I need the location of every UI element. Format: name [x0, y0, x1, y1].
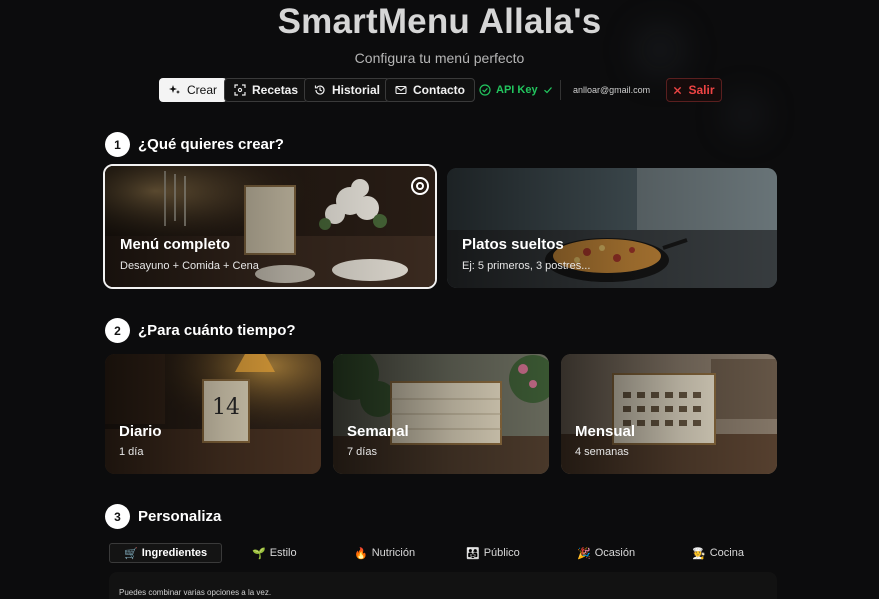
seedling-icon: 🌱 — [252, 547, 266, 560]
panel-hint: Puedes combinar varias opciones a la vez… — [119, 588, 272, 597]
tab-estilo[interactable]: 🌱 Estilo — [252, 543, 297, 563]
card-subtitle: 4 semanas — [575, 446, 629, 458]
section-3-header: 3 Personaliza — [105, 504, 221, 529]
nav-recetas-label: Recetas — [252, 83, 299, 97]
card-subtitle: Desayuno + Comida + Cena — [120, 260, 259, 272]
nav-divider — [560, 80, 561, 100]
close-icon — [674, 86, 682, 94]
customize-tabs: 🛒 Ingredientes 🌱 Estilo 🔥 Nutrición 👨‍👩‍… — [109, 543, 777, 563]
section-2-header: 2 ¿Para cuánto tiempo? — [105, 318, 296, 343]
ingredients-panel: Puedes combinar varias opciones a la vez… — [109, 572, 777, 599]
section-title: ¿Para cuánto tiempo? — [138, 322, 296, 339]
scan-icon — [234, 84, 246, 96]
nav-recetas-button[interactable]: Recetas — [224, 78, 309, 102]
card-subtitle: 1 día — [119, 446, 144, 458]
check-circle-icon — [479, 84, 491, 96]
section-title: Personaliza — [138, 508, 222, 525]
card-diario[interactable]: 14 Diario 1 día — [105, 354, 321, 474]
cart-icon: 🛒 — [124, 547, 138, 560]
nav-contacto-button[interactable]: Contacto — [385, 78, 475, 102]
nav-crear-button[interactable]: Crear — [159, 78, 228, 102]
tab-nutricion[interactable]: 🔥 Nutrición — [354, 543, 415, 563]
section-title: ¿Qué quieres crear? — [138, 136, 284, 153]
sparkles-icon — [169, 85, 180, 94]
section-1-header: 1 ¿Qué quieres crear? — [105, 132, 284, 157]
logout-label: Salir — [688, 83, 715, 97]
card-subtitle: 7 días — [347, 446, 377, 458]
tab-label: Cocina — [709, 547, 744, 559]
chef-icon: 🧑‍🍳 — [692, 547, 706, 560]
logout-button[interactable]: Salir — [666, 78, 722, 102]
card-subtitle: Ej: 5 primeros, 3 postres... — [462, 260, 591, 272]
page-subtitle: Configura tu menú perfecto — [354, 50, 525, 66]
user-email: anlloar@gmail.com — [573, 85, 651, 95]
step-number: 1 — [105, 132, 130, 157]
api-key-status[interactable]: API Key — [479, 78, 553, 102]
card-title: Diario — [119, 423, 162, 440]
tab-publico[interactable]: 👨‍👩‍👧 Público — [466, 543, 520, 563]
card-title: Menú completo — [120, 236, 231, 253]
tab-cocina[interactable]: 🧑‍🍳 Cocina — [692, 543, 744, 563]
card-title: Platos sueltos — [462, 236, 564, 253]
nav-contacto-label: Contacto — [413, 83, 465, 97]
check-icon — [543, 87, 552, 94]
tab-label: Nutrición — [371, 547, 416, 559]
nav-historial-label: Historial — [332, 83, 381, 97]
mail-icon — [395, 85, 407, 95]
selected-indicator-icon — [411, 177, 429, 195]
tab-ingredientes[interactable]: 🛒 Ingredientes — [109, 543, 223, 563]
history-icon — [314, 85, 325, 95]
step-number: 2 — [105, 318, 130, 343]
card-semanal[interactable]: Semanal 7 días — [333, 354, 549, 474]
fire-icon: 🔥 — [354, 547, 368, 560]
tab-label: Ingredientes — [141, 547, 208, 559]
card-title: Semanal — [347, 423, 409, 440]
tab-label: Público — [483, 547, 520, 559]
card-title: Mensual — [575, 423, 636, 440]
card-menu-completo[interactable]: Menú completo Desayuno + Comida + Cena — [103, 164, 437, 289]
card-platos-sueltos[interactable]: Platos sueltos Ej: 5 primeros, 3 postres… — [447, 168, 777, 288]
nav-historial-button[interactable]: Historial — [304, 78, 391, 102]
api-key-label: API Key — [496, 84, 538, 96]
tab-label: Ocasión — [594, 547, 636, 559]
tab-ocasion[interactable]: 🎉 Ocasión — [577, 543, 635, 563]
family-icon: 👨‍👩‍👧 — [466, 547, 480, 560]
top-nav: Crear Recetas Historial Contacto API Key… — [0, 78, 879, 102]
party-icon: 🎉 — [577, 547, 591, 560]
nav-crear-label: Crear — [187, 83, 218, 97]
card-mensual[interactable]: Mensual 4 semanas — [561, 354, 777, 474]
step-number: 3 — [105, 504, 130, 529]
tab-label: Estilo — [269, 547, 297, 559]
page-title: SmartMenu Allala's — [277, 2, 602, 41]
